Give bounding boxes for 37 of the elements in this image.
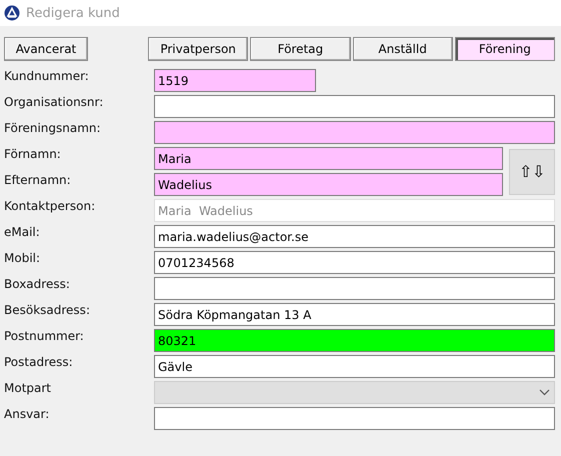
field-label: Motpart [4, 381, 52, 395]
tab[interactable]: Företag [250, 37, 350, 61]
input-field[interactable]: Maria [154, 147, 503, 170]
field-label: Boxadress: [4, 277, 71, 291]
app-logo-icon [4, 5, 20, 21]
field-label: Förnamn: [4, 147, 62, 161]
input-field[interactable]: Wadelius [154, 173, 503, 196]
window-title: Redigera kund [26, 6, 120, 20]
field-label: Föreningsnamn: [4, 121, 102, 135]
input-field[interactable] [154, 407, 555, 430]
field-label: Ansvar: [4, 407, 50, 421]
input-field[interactable]: 80321 [154, 329, 555, 352]
chevron-down-icon [539, 389, 550, 396]
field-label: Efternamn: [4, 173, 72, 187]
tab[interactable]: Förening [454, 37, 555, 61]
input-field[interactable] [154, 121, 555, 144]
input-field[interactable]: Gävle [154, 355, 555, 378]
input-field[interactable]: maria.wadelius@actor.se [154, 225, 555, 248]
field-label: Mobil: [4, 251, 42, 265]
field-label: Kontaktperson: [4, 199, 96, 213]
field-label: eMail: [4, 225, 41, 239]
dropdown-field[interactable] [154, 381, 555, 404]
input-field[interactable] [154, 95, 555, 118]
input-field[interactable]: Maria Wadelius [154, 199, 555, 222]
tab[interactable]: Anställd [352, 37, 453, 61]
field-label: Kundnummer: [4, 69, 90, 83]
input-field[interactable]: 0701234568 [154, 251, 555, 274]
field-label: Postadress: [4, 355, 74, 369]
input-field[interactable]: 1519 [154, 69, 316, 92]
input-field[interactable]: Södra Köpmangatan 13 A [154, 303, 555, 326]
advanced-button[interactable]: Avancerat [4, 37, 88, 61]
swap-button[interactable]: ⇧⇩ [509, 148, 555, 194]
tab[interactable]: Privatperson [148, 37, 248, 61]
field-label: Organisationsnr: [4, 95, 104, 109]
input-field[interactable] [154, 277, 555, 300]
field-label: Besöksadress: [4, 303, 91, 317]
field-label: Postnummer: [4, 329, 85, 343]
